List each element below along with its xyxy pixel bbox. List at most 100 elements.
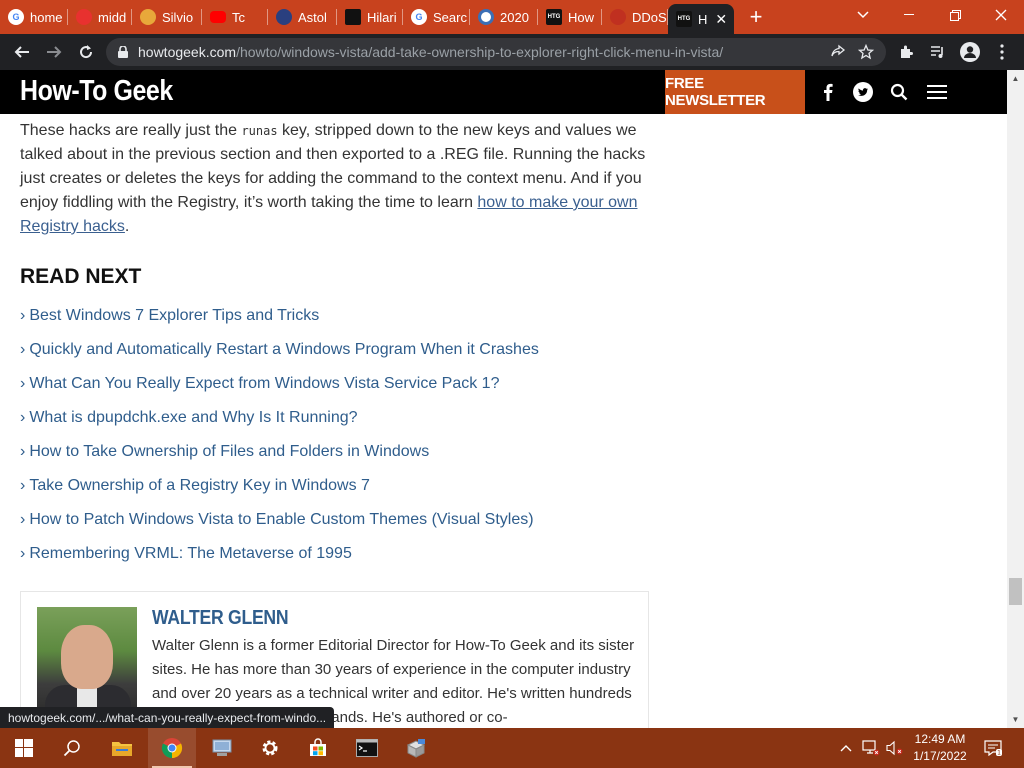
read-next-link[interactable]: Take Ownership of a Registry Key in Wind…	[29, 477, 370, 494]
url-path: /howto/windows-vista/add-take-ownership-…	[236, 44, 724, 60]
bullet-chevron-icon: ›	[20, 477, 26, 494]
browser-tab-strip: Ghome midd Silvio Tc Astol Hilari G Searc 2020 HT…	[0, 0, 1024, 34]
command-prompt-icon[interactable]	[343, 728, 391, 768]
tab-search-icon[interactable]	[840, 0, 886, 30]
search-icon[interactable]	[887, 80, 911, 104]
browser-tab[interactable]: HTG How	[538, 0, 602, 34]
author-name[interactable]: WALTER GLENN	[152, 607, 289, 630]
read-next-item[interactable]: › Take Ownership of a Registry Key in Win…	[20, 475, 539, 509]
share-icon[interactable]	[830, 44, 846, 63]
computer-management-icon[interactable]	[198, 728, 246, 768]
tab-title: 2020	[500, 9, 529, 25]
browser-tab[interactable]: 2020	[470, 0, 538, 34]
start-button[interactable]	[0, 728, 48, 768]
reload-button[interactable]	[70, 36, 102, 68]
read-next-item[interactable]: › Best Windows 7 Explorer Tips and Tricks	[20, 305, 539, 339]
package-installer-icon[interactable]	[392, 728, 440, 768]
tab-title: How	[568, 9, 595, 25]
browser-tab[interactable]: Ghome	[0, 0, 68, 34]
scrollbar-thumb[interactable]	[1009, 578, 1022, 605]
restore-button[interactable]	[932, 0, 978, 30]
ddos-icon	[610, 9, 626, 25]
show-hidden-icons-chevron-icon[interactable]	[836, 728, 856, 768]
newsletter-button[interactable]: FREE NEWSLETTER	[665, 70, 805, 114]
tab-title: Silvio	[162, 9, 194, 25]
read-next-link[interactable]: How to Patch Windows Vista to Enable Cus…	[29, 511, 533, 528]
url-host: howtogeek.com	[138, 44, 237, 60]
htg-icon: HTG	[546, 9, 562, 25]
read-next-link[interactable]: Quickly and Automatically Restart a Wind…	[29, 341, 539, 358]
new-tab-button[interactable]: +	[742, 3, 770, 31]
address-bar[interactable]: howtogeek.com/howto/windows-vista/add-ta…	[106, 38, 886, 66]
read-next-item[interactable]: › Remembering VRML: The Metaverse of 1995	[20, 543, 539, 577]
network-icon[interactable]	[860, 728, 882, 768]
browser-toolbar: howtogeek.com/howto/windows-vista/add-ta…	[0, 34, 1024, 70]
chrome-taskbar-icon[interactable]	[148, 728, 196, 768]
browser-tab[interactable]: DDoS	[602, 0, 668, 34]
taskbar-clock[interactable]: 12:49 AM 1/17/2022	[905, 731, 975, 765]
tab-title: Hilari	[367, 9, 397, 25]
tab-title: Searc	[433, 9, 467, 25]
browser-tab[interactable]: G Searc	[403, 0, 470, 34]
read-next-item[interactable]: › How to Patch Windows Vista to Enable Cu…	[20, 509, 539, 543]
author-avatar[interactable]	[37, 607, 137, 717]
profile-avatar-icon[interactable]	[954, 36, 986, 68]
bullet-chevron-icon: ›	[20, 545, 26, 562]
notification-center-icon[interactable]: 1	[978, 728, 1008, 768]
close-window-button[interactable]	[978, 0, 1024, 30]
browser-tab[interactable]: Hilari	[337, 0, 403, 34]
bullet-chevron-icon: ›	[20, 375, 26, 392]
settings-gear-icon[interactable]	[246, 728, 294, 768]
article-body: These hacks are really just the runas ke…	[20, 114, 650, 239]
page-scrollbar[interactable]: ▲ ▼	[1007, 70, 1024, 728]
back-button[interactable]	[6, 36, 38, 68]
facebook-icon[interactable]	[816, 80, 840, 104]
close-tab-icon[interactable]: ✕	[715, 11, 727, 28]
browser-tab[interactable]: midd	[68, 0, 132, 34]
bullet-chevron-icon: ›	[20, 511, 26, 528]
tab-list: Ghome midd Silvio Tc Astol Hilari G Searc 2020 HT…	[0, 0, 734, 34]
browser-tab[interactable]: Tc	[202, 0, 268, 34]
extensions-icon[interactable]	[890, 36, 922, 68]
read-next-link[interactable]: Best Windows 7 Explorer Tips and Tricks	[29, 307, 319, 324]
tab-title: DDoS	[632, 9, 667, 25]
read-next-item[interactable]: › How to Take Ownership of Files and Fold…	[20, 441, 539, 475]
tab-title: Astol	[298, 9, 327, 25]
bookmark-star-icon[interactable]	[857, 43, 875, 63]
read-next-item[interactable]: › Quickly and Automatically Restart a Win…	[20, 339, 539, 373]
read-next-link[interactable]: Remembering VRML: The Metaverse of 1995	[29, 545, 352, 562]
twitter-icon[interactable]	[851, 80, 875, 104]
red-swirl-icon	[76, 9, 92, 25]
file-explorer-icon[interactable]	[98, 728, 146, 768]
media-control-icon[interactable]	[922, 36, 954, 68]
browser-menu-icon[interactable]	[986, 36, 1018, 68]
globe-icon	[478, 9, 494, 25]
minimize-button[interactable]	[886, 0, 932, 30]
scroll-down-arrow-icon[interactable]: ▼	[1007, 711, 1024, 728]
read-next-item[interactable]: › What Can You Really Expect from Windows…	[20, 373, 539, 407]
browser-tab[interactable]: Silvio	[132, 0, 202, 34]
site-logo[interactable]: How-To Geek	[20, 75, 173, 108]
svg-text:1: 1	[997, 750, 1001, 757]
article-paragraph: These hacks are really just the runas ke…	[20, 119, 650, 239]
scroll-up-arrow-icon[interactable]: ▲	[1007, 70, 1024, 87]
read-next-link[interactable]: How to Take Ownership of Files and Folde…	[29, 443, 429, 460]
browser-tab[interactable]: Astol	[268, 0, 337, 34]
google-icon: G	[8, 9, 24, 25]
hamburger-menu-icon[interactable]	[924, 80, 950, 104]
link-status-url: howtogeek.com/.../what-can-you-really-ex…	[0, 707, 335, 729]
lock-icon	[118, 46, 128, 58]
read-next-link[interactable]: What is dpupdchk.exe and Why Is It Runni…	[29, 409, 357, 426]
volume-muted-icon[interactable]	[884, 728, 906, 768]
windows-taskbar: 12:49 AM 1/17/2022 1	[0, 728, 1024, 768]
paragraph-end: .	[124, 218, 130, 235]
read-next-link[interactable]: What Can You Really Expect from Windows …	[29, 375, 499, 392]
forward-button[interactable]	[38, 36, 70, 68]
read-next-heading: READ NEXT	[20, 265, 142, 288]
microsoft-store-icon[interactable]	[294, 728, 342, 768]
tab-title: midd	[98, 9, 127, 25]
inline-code: runas	[241, 124, 278, 138]
taskbar-search-icon[interactable]	[48, 728, 96, 768]
read-next-item[interactable]: › What is dpupdchk.exe and Why Is It Runn…	[20, 407, 539, 441]
browser-tab[interactable]: HTG H ✕	[668, 4, 734, 34]
